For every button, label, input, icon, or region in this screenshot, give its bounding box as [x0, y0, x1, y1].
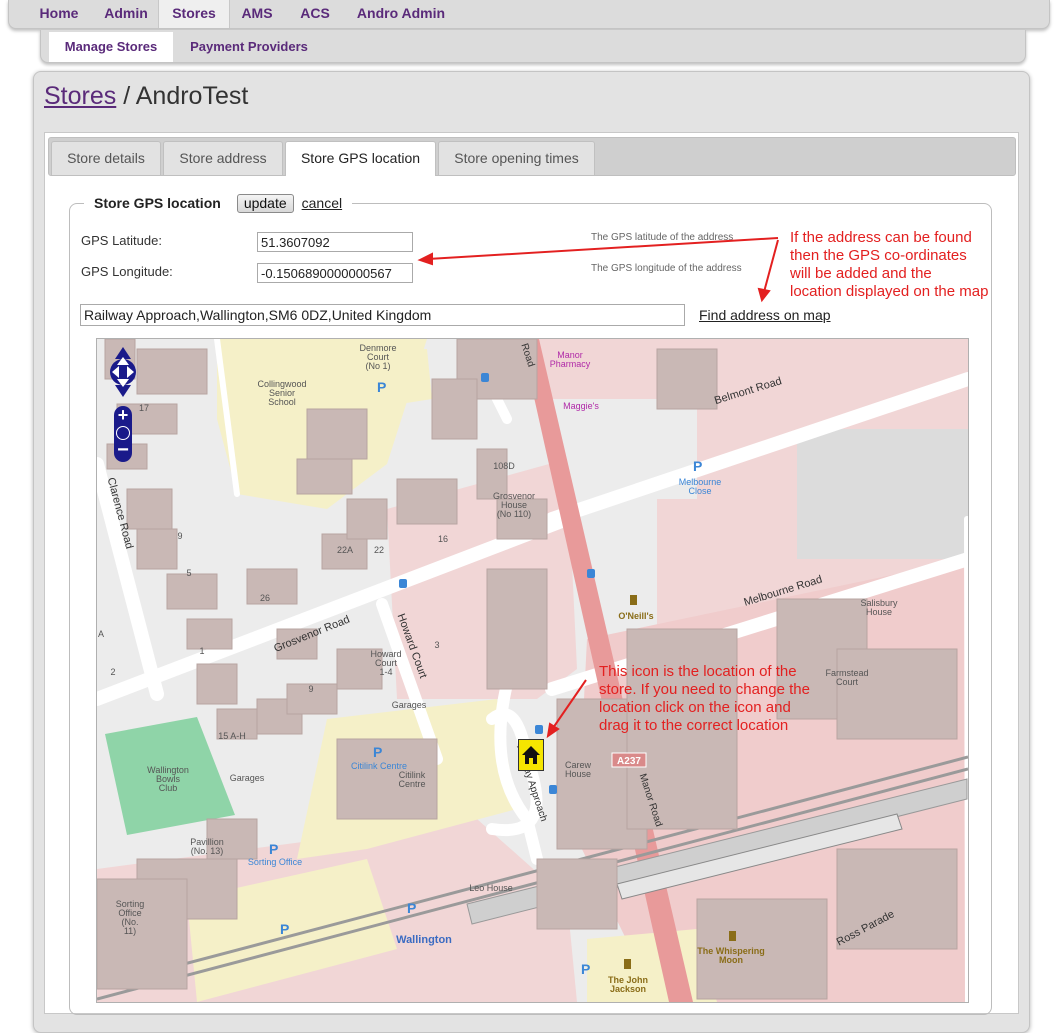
annotation-arrows	[417, 237, 779, 739]
